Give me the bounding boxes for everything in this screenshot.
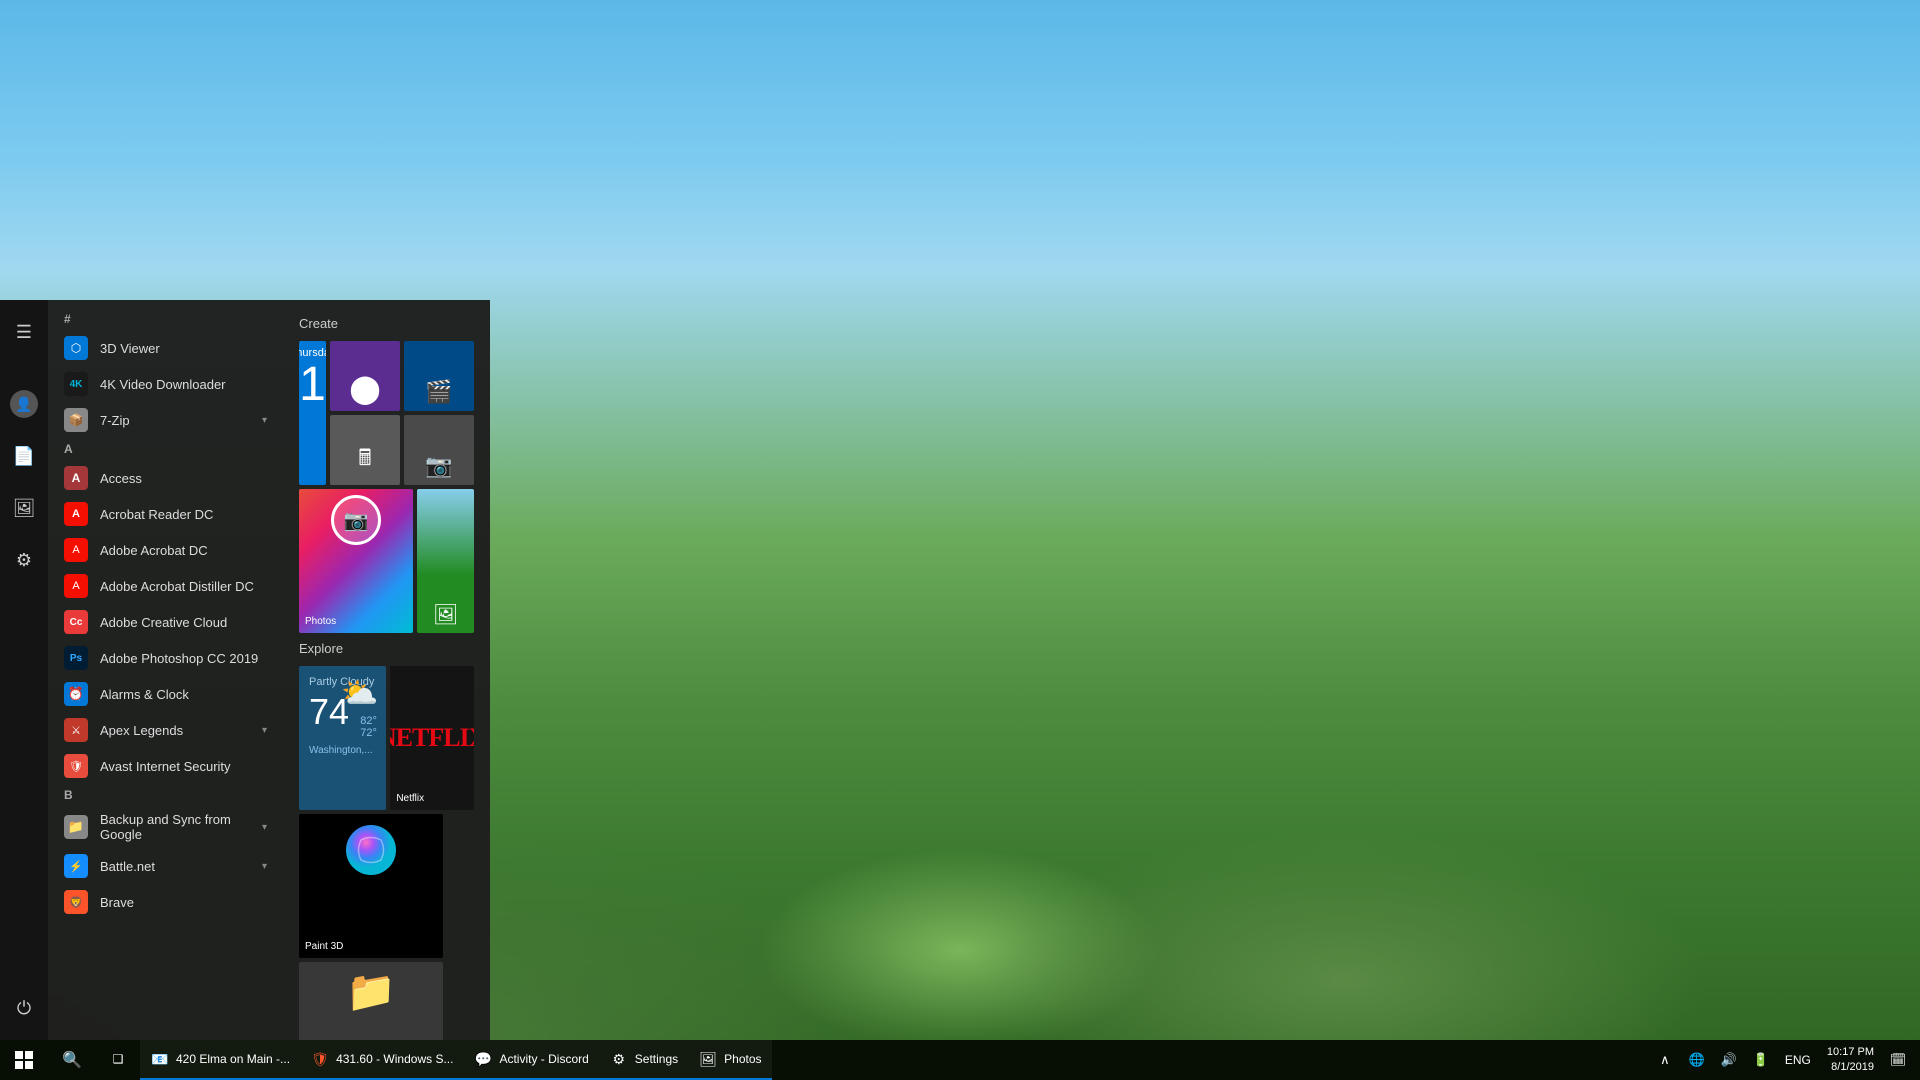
outlook-icon: 📧: [150, 1049, 170, 1069]
tile-calculator[interactable]: 🖩: [330, 415, 400, 485]
notification-center[interactable]: 🗓: [1884, 1040, 1912, 1080]
desktop: ☰ 👤 📄 🖼 ⚙ ⏻ # ⬡ 3D Viewer 4K: [0, 0, 1920, 1080]
taskbar-item-settings[interactable]: ⚙ Settings: [599, 1040, 688, 1080]
app-item-adobe-distiller[interactable]: A Adobe Acrobat Distiller DC: [48, 568, 283, 604]
discord-icon: 💬: [473, 1049, 493, 1069]
app-item-backup-sync[interactable]: 📁 Backup and Sync from Google ▾: [48, 806, 283, 848]
tile-paint3d[interactable]: Paint 3D: [299, 814, 443, 958]
app-item-4k[interactable]: 4K 4K Video Downloader: [48, 366, 283, 402]
app-item-adobe-cc[interactable]: Cc Adobe Creative Cloud: [48, 604, 283, 640]
tray-chevron[interactable]: ∧: [1651, 1040, 1679, 1080]
app-item-3dviewer[interactable]: ⬡ 3D Viewer: [48, 330, 283, 366]
task-view-icon: ❑: [113, 1052, 124, 1066]
calendar-num: 1: [299, 361, 326, 409]
explore-label: Explore: [299, 641, 474, 656]
app-item-access[interactable]: A Access: [48, 460, 283, 496]
paint3d-label: Paint 3D: [305, 941, 437, 952]
section-hash: #: [48, 308, 283, 330]
tile-photo-thumb[interactable]: 🖼: [417, 489, 474, 633]
taskbar-lang[interactable]: ENG: [1779, 1053, 1817, 1067]
taskbar-item-discord[interactable]: 💬 Activity - Discord: [463, 1040, 598, 1080]
weather-location: Washington,...: [309, 745, 373, 756]
photos-tb-label: Photos: [724, 1052, 761, 1066]
netflix-logo: NETFLIX: [390, 723, 474, 753]
weather-range: 82° 72°: [360, 715, 377, 739]
photos-label: Photos: [305, 616, 407, 627]
app-item-acrobat-reader[interactable]: A Acrobat Reader DC: [48, 496, 283, 532]
app-item-apex[interactable]: ⚔ Apex Legends ▾: [48, 712, 283, 748]
taskbar-search[interactable]: 🔍: [48, 1040, 96, 1080]
search-icon: 🔍: [62, 1050, 82, 1070]
tile-calendar[interactable]: Thursday 1: [299, 341, 326, 485]
app-item-adobe-ps[interactable]: Ps Adobe Photoshop CC 2019: [48, 640, 283, 676]
nav-settings[interactable]: ⚙: [0, 536, 48, 584]
paint3d-icon: [341, 820, 401, 880]
taskbar-item-photos[interactable]: 🖼 Photos: [688, 1040, 771, 1080]
app-item-7zip[interactable]: 📦 7-Zip ▾: [48, 402, 283, 438]
tile-weather[interactable]: Partly Cloudy 74° 82° 72° Washington,...…: [299, 666, 386, 810]
tiles-row-2: 📷 Photos 🖼: [299, 489, 474, 633]
discord-label: Activity - Discord: [499, 1052, 588, 1066]
app-item-avast[interactable]: 🛡 Avast Internet Security: [48, 748, 283, 784]
tile-programdata[interactable]: 📁 ProgramData: [299, 962, 443, 1040]
tile-video[interactable]: 🎬: [404, 341, 474, 411]
tile-netflix[interactable]: NETFLIX Netflix: [390, 666, 474, 810]
tiles-row-4: Paint 3D: [299, 814, 474, 958]
tiles-row-3: Partly Cloudy 74° 82° 72° Washington,...…: [299, 666, 474, 810]
tray-network[interactable]: 🌐: [1683, 1040, 1711, 1080]
netflix-label: Netflix: [396, 793, 474, 804]
nav-user[interactable]: 👤: [0, 380, 48, 428]
tiles-row-5: 📁 ProgramData: [299, 962, 474, 1040]
expand-icon-7zip: ▾: [262, 415, 267, 426]
nav-power[interactable]: ⏻: [0, 984, 48, 1032]
nav-documents[interactable]: 📄: [0, 432, 48, 480]
section-a: A: [48, 438, 283, 460]
expand-icon-apex: ▾: [262, 725, 267, 736]
app-item-adobe-acrobat[interactable]: A Adobe Acrobat DC: [48, 532, 283, 568]
section-b: B: [48, 784, 283, 806]
media-tiles: ⬤ 🎬 🖩 📷: [330, 341, 474, 485]
tray-volume[interactable]: 🔊: [1715, 1040, 1743, 1080]
start-menu: ☰ 👤 📄 🖼 ⚙ ⏻ # ⬡ 3D Viewer 4K: [0, 300, 490, 1040]
app-item-battle-net[interactable]: ⚡ Battle.net ▾: [48, 848, 283, 884]
nav-photos[interactable]: 🖼: [0, 484, 48, 532]
taskbar-item-brave[interactable]: 🛡 431.60 - Windows S...: [300, 1040, 463, 1080]
expand-icon-backup: ▾: [262, 822, 267, 833]
clock-date: 8/1/2019: [1831, 1060, 1874, 1075]
tiles-row-1: Thursday 1 ⬤ 🎬: [299, 341, 474, 485]
tile-camera[interactable]: 📷: [404, 415, 474, 485]
tile-media[interactable]: ⬤: [330, 341, 400, 411]
taskbar-right: ∧ 🌐 🔊 🔋 ENG 10:17 PM 8/1/2019 🗓: [1643, 1040, 1920, 1080]
brave-tb-label: 431.60 - Windows S...: [336, 1052, 453, 1066]
outlook-label: 420 Elma on Main -...: [176, 1052, 290, 1066]
weather-icon: ⛅: [341, 676, 378, 711]
task-view-button[interactable]: ❑: [96, 1040, 140, 1080]
start-nav: ☰ 👤 📄 🖼 ⚙ ⏻: [0, 300, 48, 1040]
taskbar-item-outlook[interactable]: 📧 420 Elma on Main -...: [140, 1040, 300, 1080]
tray-battery[interactable]: 🔋: [1747, 1040, 1775, 1080]
app-item-brave[interactable]: 🦁 Brave: [48, 884, 283, 920]
photos-camera-icon: 📷: [331, 495, 381, 545]
app-list: # ⬡ 3D Viewer 4K 4K Video Downloader 📦 7…: [48, 300, 283, 1040]
clock-time: 10:17 PM: [1827, 1045, 1874, 1060]
create-label: Create: [299, 316, 474, 331]
taskbar: 🔍 ❑ 📧 420 Elma on Main -... 🛡 431.60 - W…: [0, 1040, 1920, 1080]
tiles-panel: Create Thursday 1 ⬤ 🎬: [283, 300, 490, 1040]
photos-tb-icon: 🖼: [698, 1049, 718, 1069]
nav-hamburger[interactable]: ☰: [0, 308, 48, 356]
brave-tb-icon: 🛡: [310, 1049, 330, 1069]
app-item-alarms[interactable]: ⏰ Alarms & Clock: [48, 676, 283, 712]
taskbar-clock[interactable]: 10:17 PM 8/1/2019: [1821, 1045, 1880, 1076]
settings-tb-icon: ⚙: [609, 1049, 629, 1069]
start-button[interactable]: [0, 1040, 48, 1080]
settings-label: Settings: [635, 1052, 678, 1066]
expand-icon-battle: ▾: [262, 861, 267, 872]
taskbar-items: 📧 420 Elma on Main -... 🛡 431.60 - Windo…: [140, 1040, 1643, 1080]
tile-photos[interactable]: 📷 Photos: [299, 489, 413, 633]
